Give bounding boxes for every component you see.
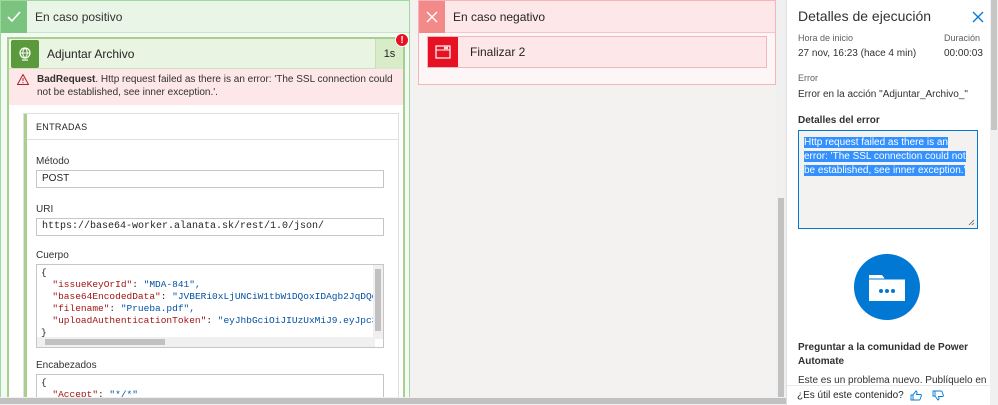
branch-positive-title: En caso positivo bbox=[35, 9, 123, 24]
code-value: "eyJhbGciOiJIUzUxMiJ9.eyJpc3MiOiJBbG bbox=[217, 315, 383, 326]
body-label: Cuerpo bbox=[36, 250, 69, 261]
code-brace: { bbox=[41, 377, 47, 388]
uri-label: URI bbox=[36, 204, 54, 215]
action-card-adjuntar-archivo: ! Adjuntar Archivo 1s BadRequest. Http r… bbox=[7, 33, 409, 405]
error-type: BadRequest bbox=[37, 74, 96, 85]
branch-negative-header[interactable]: En caso negativo bbox=[419, 0, 775, 33]
code-line: { bbox=[41, 377, 379, 389]
start-time-label: Hora de inicio bbox=[798, 33, 854, 43]
code-key: "filename" bbox=[52, 303, 110, 314]
body-horizontal-scrollbar[interactable] bbox=[37, 337, 375, 347]
duration-value: 00:00:03 bbox=[944, 48, 983, 59]
branch-negative-title: En caso negativo bbox=[453, 9, 546, 24]
terminate-action-card[interactable]: Finalizar 2 bbox=[427, 36, 767, 68]
code-line: { bbox=[41, 267, 379, 279]
code-key: "base64EncodedData" bbox=[52, 291, 161, 302]
canvas-horizontal-scrollbar[interactable] bbox=[0, 397, 786, 405]
code-value: "MDA-841", bbox=[143, 279, 201, 290]
error-details-label: Detalles del error bbox=[798, 115, 880, 126]
duration-label: Duración bbox=[944, 33, 981, 43]
run-details-panel: Detalles de ejecución Hora de inicio Dur… bbox=[786, 0, 998, 405]
close-icon bbox=[419, 0, 445, 33]
canvas-vertical-scrollbar[interactable] bbox=[776, 0, 786, 405]
code-key: "uploadAuthenticationToken" bbox=[52, 315, 207, 326]
action-header[interactable]: Adjuntar Archivo 1s bbox=[9, 38, 403, 69]
code-line: "uploadAuthenticationToken": "eyJhbGciOi… bbox=[41, 315, 383, 327]
body-code-content: { "issueKeyOrId": "MDA-841", "base64Enco… bbox=[37, 265, 383, 341]
resize-handle-icon[interactable] bbox=[968, 219, 975, 226]
panel-title: Detalles de ejecución bbox=[798, 8, 932, 24]
error-banner: BadRequest. Http request failed as there… bbox=[9, 69, 403, 105]
start-time-value: 27 nov, 16:23 (hace 4 min) bbox=[798, 48, 917, 59]
method-label: Método bbox=[36, 156, 70, 167]
inputs-section: ENTRADAS Método POST URI https://base64-… bbox=[23, 113, 399, 405]
close-panel-icon[interactable] bbox=[972, 11, 984, 23]
error-badge: ! bbox=[395, 33, 409, 47]
action-title: Adjuntar Archivo bbox=[47, 46, 135, 61]
panel-vertical-scrollbar[interactable] bbox=[990, 0, 998, 405]
code-key: "issueKeyOrId" bbox=[52, 279, 133, 290]
error-value: Error en la acción "Adjuntar_Archivo_" bbox=[798, 89, 968, 100]
feedback-question: ¿Es útil este contenido? bbox=[797, 390, 904, 401]
error-label: Error bbox=[798, 73, 818, 83]
check-icon bbox=[1, 0, 27, 33]
branch-negative: En caso negativo Finalizar 2 bbox=[418, 0, 776, 85]
terminate-title: Finalizar 2 bbox=[470, 45, 526, 59]
code-brace: { bbox=[41, 267, 47, 278]
branch-positive: En caso positivo ! Adjuntar Archivo 1s B… bbox=[0, 0, 410, 405]
community-folder-icon bbox=[854, 254, 920, 320]
code-value: "Prueba.pdf", bbox=[120, 303, 195, 314]
error-details-textarea[interactable]: Http request failed as there is an error… bbox=[798, 130, 978, 229]
body-vertical-scrollbar[interactable] bbox=[373, 265, 383, 339]
thumbs-up-icon[interactable] bbox=[910, 390, 922, 401]
code-value: "JVBERi0xLjUNCiW1tbW1DQoxIDAgb2JqDQo8PC9… bbox=[172, 291, 383, 302]
code-line: "base64EncodedData": "JVBERi0xLjUNCiW1tb… bbox=[41, 291, 383, 303]
headers-label: Encabezados bbox=[36, 360, 97, 371]
code-line: "issueKeyOrId": "MDA-841", bbox=[52, 279, 201, 290]
designer-canvas: En caso positivo ! Adjuntar Archivo 1s B… bbox=[0, 0, 998, 405]
branch-positive-header[interactable]: En caso positivo bbox=[1, 0, 409, 33]
terminate-icon bbox=[428, 37, 458, 67]
inputs-accent-bar bbox=[24, 114, 27, 405]
warning-icon bbox=[17, 74, 29, 85]
inputs-heading: ENTRADAS bbox=[24, 114, 398, 140]
error-details-text: Http request failed as there is an error… bbox=[804, 137, 966, 176]
body-code-field[interactable]: { "issueKeyOrId": "MDA-841", "base64Enco… bbox=[36, 264, 384, 348]
code-line: "filename": "Prueba.pdf", bbox=[52, 303, 195, 314]
globe-icon bbox=[11, 39, 39, 68]
thumbs-down-icon[interactable] bbox=[932, 390, 944, 401]
feedback-bar: ¿Es útil este contenido? bbox=[787, 385, 991, 405]
community-heading: Preguntar a la comunidad de Power Automa… bbox=[798, 342, 969, 367]
uri-field[interactable]: https://base64-worker.alanata.sk/rest/1.… bbox=[36, 218, 384, 236]
method-field[interactable]: POST bbox=[36, 170, 384, 188]
